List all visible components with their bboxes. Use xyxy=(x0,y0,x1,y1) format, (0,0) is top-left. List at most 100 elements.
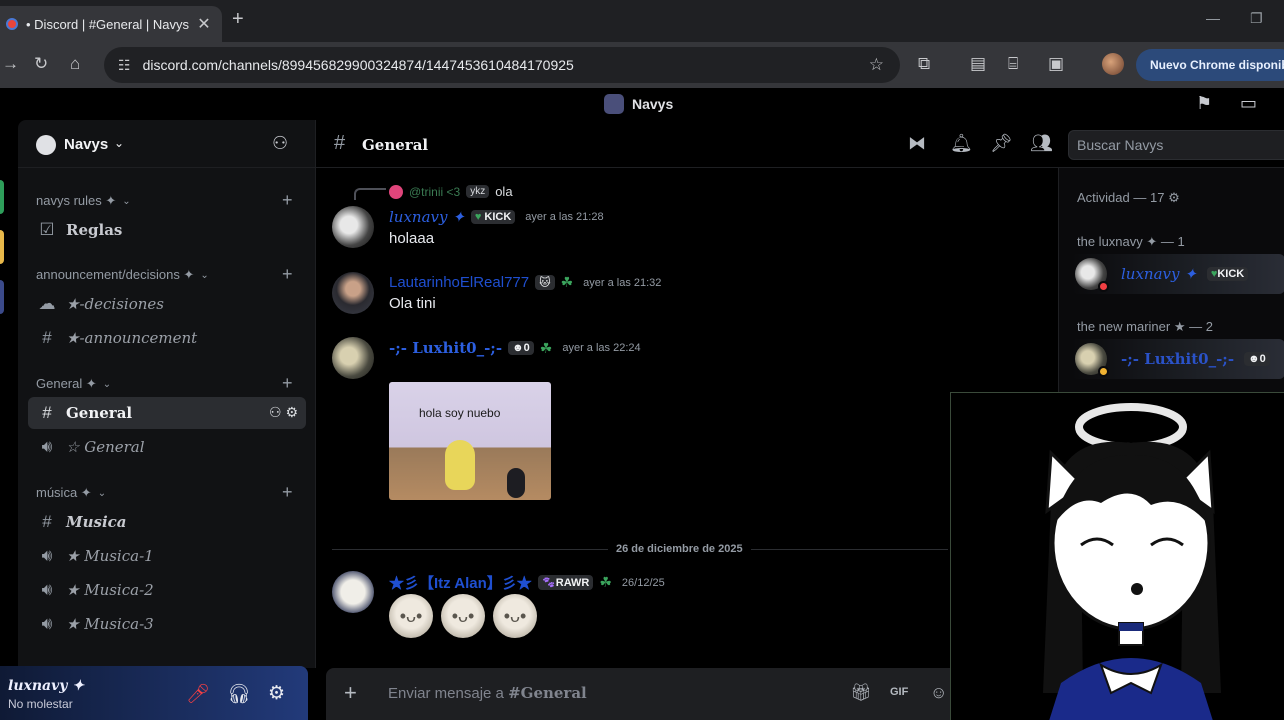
gif-icon[interactable]: GIF xyxy=(890,686,908,698)
message-content: Ola tini xyxy=(389,295,436,312)
channel-musica-3[interactable]: 🔊︎ ★ Musica-3 xyxy=(28,608,306,640)
server-rail-item[interactable] xyxy=(0,280,4,314)
hash-icon: # xyxy=(42,512,52,531)
create-channel-icon[interactable]: + xyxy=(282,190,293,211)
window-title-text: Navys xyxy=(632,96,674,112)
sticker-row: •ᴗ• •ᴗ• •ᴗ• xyxy=(389,594,537,638)
bookmark-star-icon[interactable]: ☆ xyxy=(869,55,884,75)
message-author[interactable]: LautarinhoElReal777 xyxy=(389,274,529,291)
guild-tag: 🐾︎RAWR xyxy=(537,575,594,590)
hash-icon: # xyxy=(42,403,52,422)
clover-badge-icon: ☘ xyxy=(599,574,612,590)
home-icon[interactable]: ⌂ xyxy=(70,54,80,74)
guild-tag: ☻0 xyxy=(508,341,534,355)
message-header: LautarinhoElReal777 🐱︎ ☘ ayer a las 21:3… xyxy=(389,274,661,291)
reply-preview[interactable]: @trinii <3 ykz ola xyxy=(389,184,513,199)
bell-icon[interactable]: 🔔︎ xyxy=(950,133,973,154)
maximize-icon[interactable]: ❐ xyxy=(1250,10,1263,27)
gear-icon[interactable]: ⚙ xyxy=(1168,190,1180,205)
message-input[interactable]: Enviar mensaje a #General xyxy=(388,684,587,702)
avatar[interactable] xyxy=(332,272,374,314)
channel-announcement[interactable]: # ★-announcement xyxy=(28,322,306,354)
reading-mode-icon[interactable]: ▤ xyxy=(970,54,986,74)
category-label: announcement/decisions ✦ xyxy=(36,267,195,282)
pin-icon[interactable]: 📌︎ xyxy=(990,133,1013,154)
flag-icon[interactable]: ⚑ xyxy=(1196,93,1212,114)
new-tab-icon[interactable]: + xyxy=(232,8,244,31)
message-author[interactable]: ★彡【Itz Alan】彡★ xyxy=(389,572,532,593)
create-channel-icon[interactable]: + xyxy=(282,482,293,503)
chevron-down-icon: ⌄ xyxy=(122,195,131,207)
channel-sidebar: Navys ⌄ ⚇ navys rules ✦ ⌄ + ☑ Reglas ann… xyxy=(18,120,316,668)
channel-decisiones[interactable]: ☁ ★-decisiones xyxy=(28,288,306,320)
message-composer[interactable]: + Enviar mensaje a #General 🎁︎ GIF ☺ xyxy=(326,668,986,720)
category-general[interactable]: General ✦ ⌄ xyxy=(36,375,111,393)
server-header[interactable]: Navys ⌄ ⚇ xyxy=(18,120,315,168)
channel-voice-general[interactable]: 🔊︎ ☆ General xyxy=(28,431,306,463)
sticker[interactable]: •ᴗ• xyxy=(493,594,537,638)
avatar[interactable] xyxy=(332,571,374,613)
invite-people-icon[interactable]: ⚇ xyxy=(272,133,288,154)
browser-tab[interactable]: • Discord | #General | Navys ✕ xyxy=(0,6,222,42)
address-bar[interactable]: ☷ discord.com/channels/89945682990032487… xyxy=(104,47,900,83)
category-announcement[interactable]: announcement/decisions ✦ ⌄ xyxy=(36,266,209,284)
guild-tag: ♥ KICK xyxy=(470,210,516,224)
channel-musica-2[interactable]: 🔊︎ ★ Musica-2 xyxy=(28,574,306,606)
member-list-icon[interactable]: 👥︎ xyxy=(1030,133,1053,154)
mic-muted-icon[interactable]: 🎤︎ xyxy=(186,682,210,706)
threads-icon[interactable]: ⧓ xyxy=(908,133,926,154)
search-input[interactable]: Buscar Navys xyxy=(1068,130,1284,160)
message-author[interactable]: luxnavy ✦ xyxy=(389,208,465,226)
side-panel-icon[interactable]: ▣ xyxy=(1048,54,1064,74)
sticker-icon[interactable]: ☺ xyxy=(930,683,947,703)
invite-member-icon[interactable]: ⚇ xyxy=(269,404,282,420)
user-name[interactable]: luxnavy ✦ xyxy=(8,678,84,694)
create-channel-icon[interactable]: + xyxy=(282,373,293,394)
gift-icon[interactable]: 🎁︎ xyxy=(850,683,872,703)
create-channel-icon[interactable]: + xyxy=(282,264,293,285)
activity-header: Actividad — 17 ⚙ xyxy=(1077,190,1180,205)
member-row[interactable]: luxnavy ✦ ♥KICK xyxy=(1071,254,1284,294)
channel-label: Reglas xyxy=(66,221,123,239)
clover-badge-icon: ☘ xyxy=(539,339,553,356)
user-settings-gear-icon[interactable]: ⚙ xyxy=(268,682,285,705)
channel-label: ★-decisiones xyxy=(66,295,164,313)
channel-musica[interactable]: # Musica xyxy=(28,506,306,538)
speaker-icon: 🔊︎ xyxy=(41,614,53,633)
gear-icon[interactable]: ⚙ xyxy=(285,404,298,420)
category-navys-rules[interactable]: navys rules ✦ ⌄ xyxy=(36,192,131,210)
chevron-down-icon: ⌄ xyxy=(102,378,112,390)
reload-icon[interactable]: ↻ xyxy=(34,54,48,74)
chrome-update-button[interactable]: Nuevo Chrome disponible xyxy=(1136,49,1284,81)
minimize-icon[interactable]: — xyxy=(1206,10,1220,26)
server-rail-item[interactable] xyxy=(0,180,4,214)
sticker[interactable]: •ᴗ• xyxy=(441,594,485,638)
channel-general[interactable]: # General ⚇ ⚙ xyxy=(28,397,306,429)
image-attachment[interactable]: hola soy nuebo xyxy=(389,382,551,500)
site-settings-icon[interactable]: ☷ xyxy=(118,57,131,74)
avatar[interactable] xyxy=(332,206,374,248)
add-attachment-icon[interactable]: + xyxy=(344,680,357,706)
channel-musica-1[interactable]: 🔊︎ ★ Musica-1 xyxy=(28,540,306,572)
headphones-icon[interactable]: 🎧︎ xyxy=(227,682,251,706)
server-rail-item[interactable] xyxy=(0,230,4,264)
channel-reglas[interactable]: ☑ Reglas xyxy=(28,214,306,246)
server-icon xyxy=(36,135,56,155)
message-list: @trinii <3 ykz ola luxnavy ✦ ♥ KICK ayer… xyxy=(316,168,1058,668)
extensions-icon[interactable]: ⧉ xyxy=(918,54,930,74)
avatar[interactable] xyxy=(332,337,374,379)
sticker[interactable]: •ᴗ• xyxy=(389,594,433,638)
translate-icon[interactable]: ⌸ xyxy=(1008,54,1018,74)
discord-titlebar: Navys ⚑ ▭ xyxy=(0,88,1284,120)
message-author[interactable]: -;- Luxhit0_-;- xyxy=(389,339,502,357)
close-tab-icon[interactable]: ✕ xyxy=(192,14,216,34)
message-timestamp: ayer a las 22:24 xyxy=(562,342,641,354)
server-icon xyxy=(604,94,624,114)
member-row[interactable]: -;- Luxhit0_-;- ☻0 xyxy=(1071,339,1284,379)
profile-avatar[interactable] xyxy=(1102,53,1124,75)
inbox-icon[interactable]: ▭ xyxy=(1240,93,1257,114)
category-musica[interactable]: música ✦ ⌄ xyxy=(36,484,106,502)
forward-icon[interactable]: → xyxy=(2,54,19,74)
discord-favicon-icon xyxy=(6,18,18,30)
category-label: General ✦ xyxy=(36,376,97,391)
